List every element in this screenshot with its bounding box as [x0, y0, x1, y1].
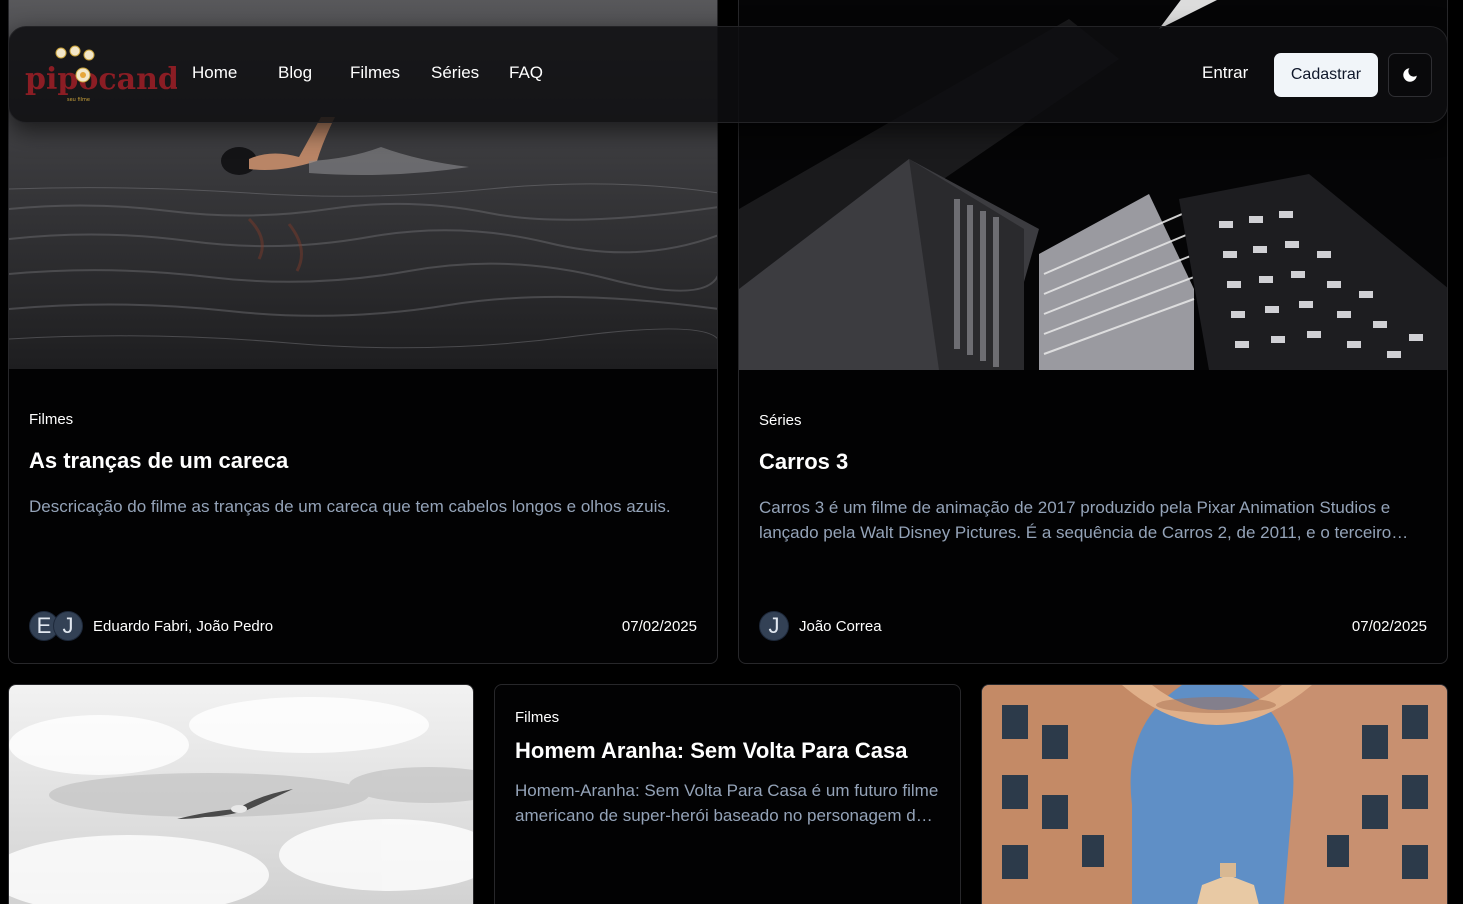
- popcorn-logo-icon: pipocando seu filme: [25, 45, 199, 103]
- logo[interactable]: pipocando seu filme: [25, 45, 199, 103]
- post-authors: J João Correa: [759, 611, 882, 641]
- login-button[interactable]: Entrar: [1202, 63, 1248, 83]
- avatar: J: [759, 611, 789, 641]
- post-image: [9, 685, 473, 904]
- author-names: João Correa: [799, 617, 882, 635]
- author-names: Eduardo Fabri, João Pedro: [93, 617, 274, 635]
- svg-text:pipocando: pipocando: [25, 62, 177, 97]
- post-authors: E J Eduardo Fabri, João Pedro: [29, 611, 273, 641]
- post-image: [982, 685, 1447, 904]
- post-date: 07/02/2025: [621, 617, 697, 635]
- svg-text:seu filme: seu filme: [67, 97, 90, 103]
- post-card[interactable]: Filmes Homem Aranha: Sem Volta Para Casa…: [494, 684, 961, 904]
- post-title[interactable]: Carros 3: [759, 449, 1427, 475]
- post-title[interactable]: Homem Aranha: Sem Volta Para Casa: [515, 738, 940, 764]
- navbar: pipocando seu filme Home Blog Filmes Sér…: [8, 26, 1448, 123]
- post-category: Séries: [759, 412, 802, 429]
- post-title[interactable]: As tranças de um careca: [29, 448, 697, 474]
- nav-link-faq[interactable]: FAQ: [509, 63, 559, 83]
- nav-link-home[interactable]: Home: [192, 63, 278, 83]
- avatar: J: [53, 611, 83, 641]
- post-description: Homem-Aranha: Sem Volta Para Casa é um f…: [515, 781, 939, 825]
- post-category: Filmes: [29, 411, 74, 428]
- signup-button[interactable]: Cadastrar: [1274, 53, 1378, 97]
- post-description: Descricação do filme as tranças de um ca…: [29, 497, 671, 516]
- nav-link-series[interactable]: Séries: [431, 63, 509, 83]
- theme-toggle-button[interactable]: [1388, 53, 1432, 97]
- post-description: Carros 3 é um filme de animação de 2017 …: [759, 498, 1392, 542]
- moon-icon: [1403, 68, 1417, 82]
- nav-links: Home Blog Filmes Séries FAQ: [192, 63, 559, 83]
- post-card[interactable]: [981, 684, 1448, 904]
- post-category: Filmes: [515, 709, 560, 726]
- post-card[interactable]: [8, 684, 474, 904]
- nav-link-filmes[interactable]: Filmes: [350, 63, 431, 83]
- nav-link-blog[interactable]: Blog: [278, 63, 350, 83]
- post-date: 07/02/2025: [1351, 617, 1427, 635]
